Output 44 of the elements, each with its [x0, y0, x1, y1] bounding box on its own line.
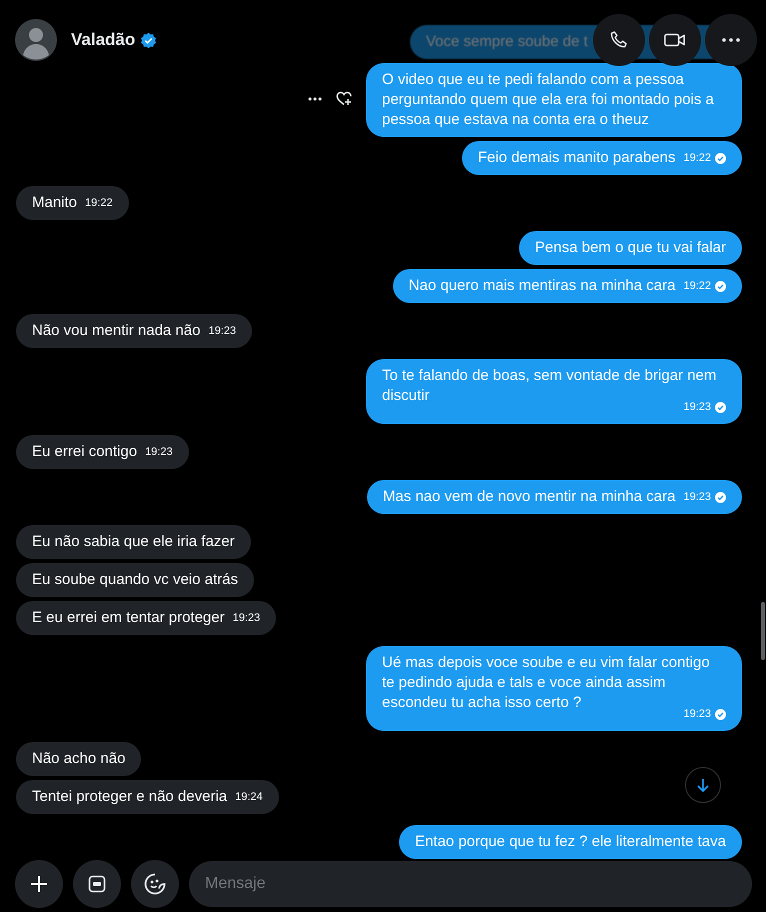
scroll-down-button[interactable] — [685, 767, 721, 803]
heart-plus-icon[interactable] — [336, 91, 352, 106]
more-icon — [722, 38, 740, 42]
message-text: Eu não sabia que ele iria fazer — [32, 532, 235, 552]
message-text: Voce sempre soube de t — [426, 32, 588, 52]
message-time: 19:22 — [683, 279, 711, 293]
video-call-button[interactable] — [649, 14, 701, 66]
message-time: 19:23 — [683, 490, 711, 504]
message-time: 19:23 — [683, 400, 711, 414]
message-text: Eu soube quando vc veio atrás — [32, 570, 238, 590]
message-time: 19:23 — [683, 707, 711, 721]
message-time: 19:23 — [145, 445, 173, 459]
video-camera-icon — [664, 31, 686, 49]
message-time: 19:23 — [232, 611, 260, 625]
message-time: 19:23 — [208, 324, 236, 338]
message-text: Eu errei contigo — [32, 442, 138, 462]
message-text: Não acho não — [32, 749, 126, 769]
message-text: E eu errei em tentar proteger — [32, 608, 225, 628]
message-time: 19:24 — [235, 790, 263, 804]
scroll-thumb[interactable] — [761, 602, 765, 660]
message-text: Feio demais manito parabens — [478, 148, 676, 168]
message-text: Entao porque que tu fez ? ele literalmente tava — [414, 832, 726, 852]
phone-icon — [609, 30, 629, 50]
message-time: 19:22 — [683, 151, 711, 165]
more-button[interactable] — [705, 14, 757, 66]
message-text: O video que eu te pedi falando com a pessoa perguntando quem que ela era foi montado pois a pessoa que estava na conta era o theuz — [382, 70, 715, 130]
call-button[interactable] — [593, 14, 645, 66]
message-time: 19:22 — [85, 196, 113, 210]
message-text: Mas nao vem de novo mentir na minha cara — [382, 487, 676, 507]
message-text: Manito — [32, 193, 78, 213]
message-text: Nao quero mais mentiras na minha cara — [408, 276, 676, 296]
contact-name: Valadão — [71, 30, 136, 50]
message-text: Tentei proteger e não deveria — [32, 787, 228, 807]
more-icon[interactable] — [308, 96, 322, 100]
arrow-down-icon — [695, 777, 711, 793]
message-text: Não vou mentir nada não — [32, 321, 200, 341]
smiley-sticker-icon — [144, 873, 166, 895]
message-text: Pensa bem o que tu vai falar — [535, 238, 726, 258]
message-field[interactable]: Mensaje — [189, 861, 752, 907]
gif-button[interactable] — [73, 860, 121, 908]
sticker-button[interactable] — [131, 860, 179, 908]
add-button[interactable] — [15, 860, 63, 908]
plus-icon — [30, 875, 48, 893]
avatar[interactable] — [15, 19, 57, 61]
